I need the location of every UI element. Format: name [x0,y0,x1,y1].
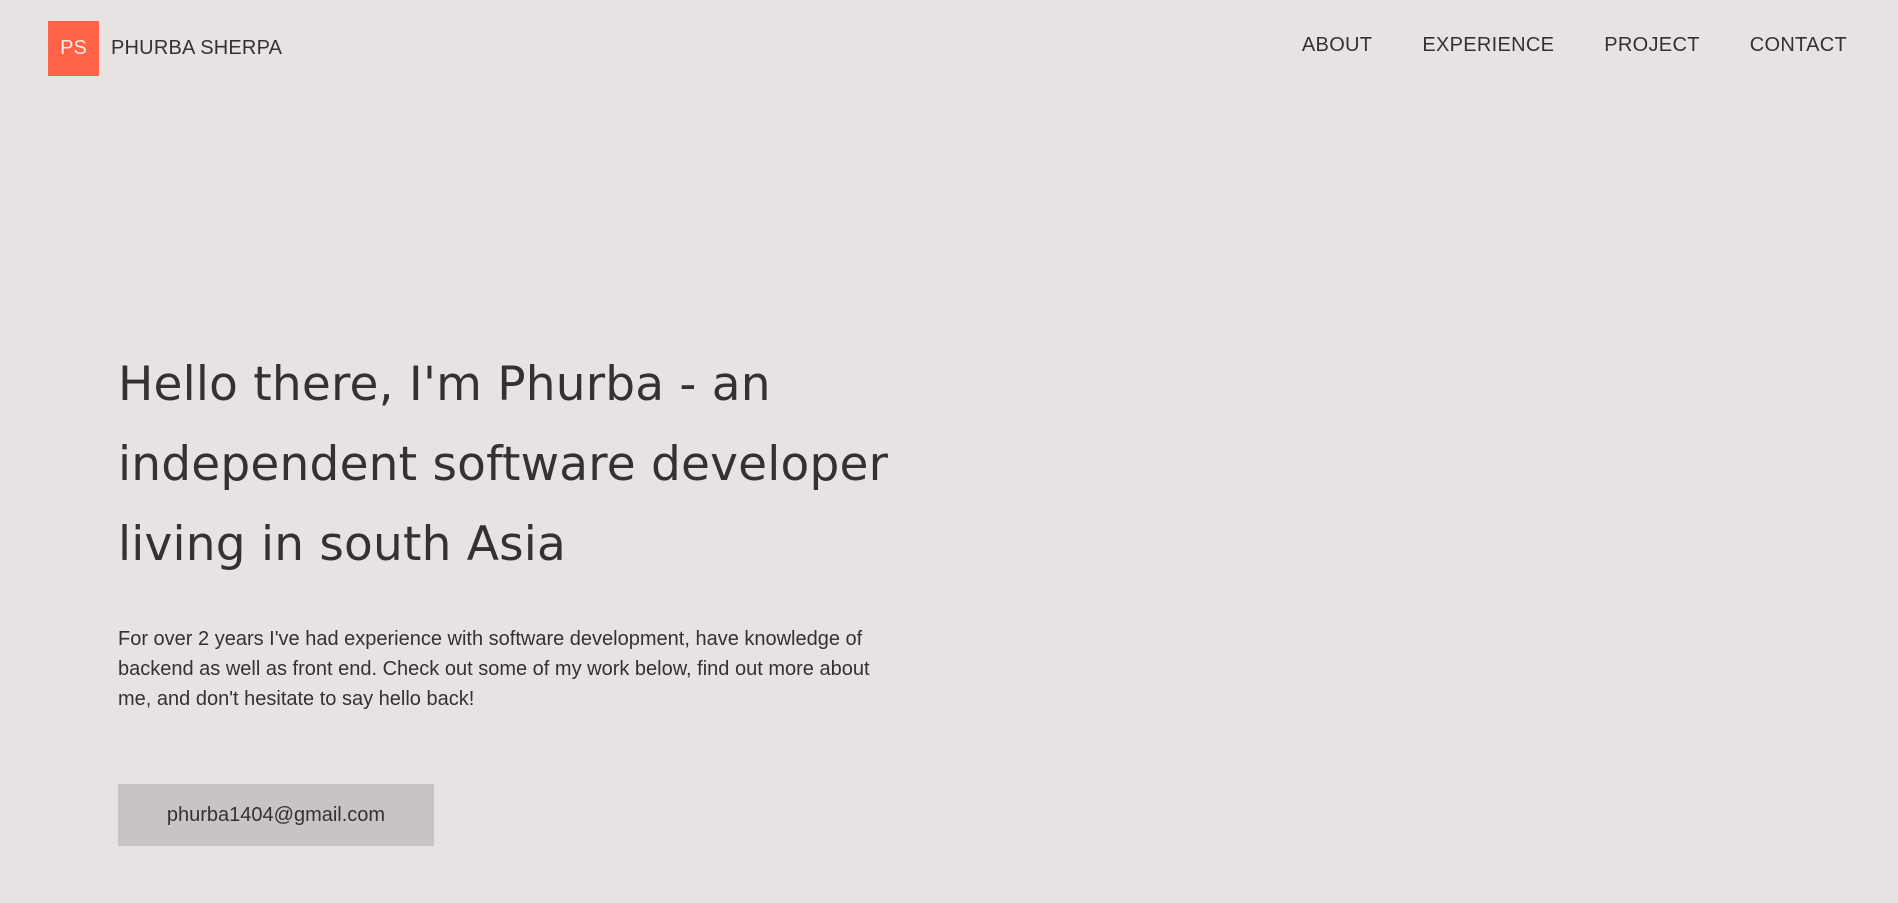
site-header: PS PHURBA SHERPA ABOUT EXPERIENCE PROJEC… [0,0,1898,96]
nav-link-project[interactable]: PROJECT [1604,34,1699,57]
brand-home-link[interactable]: PS PHURBA SHERPA [48,21,282,76]
hero-section: Hello there, I'm Phurba - an independent… [118,345,918,714]
nav-link-experience[interactable]: EXPERIENCE [1422,34,1554,57]
hero-description: For over 2 years I've had experience wit… [118,628,870,710]
nav-link-contact[interactable]: CONTACT [1750,34,1847,57]
main-nav: ABOUT EXPERIENCE PROJECT CONTACT [1302,34,1847,57]
hero-title: Hello there, I'm Phurba - an independent… [118,357,889,572]
logo-badge: PS [48,21,99,76]
nav-link-about[interactable]: ABOUT [1302,34,1372,57]
brand-name: PHURBA SHERPA [111,37,283,59]
email-contact-button[interactable]: phurba1404@gmail.com [118,784,434,846]
